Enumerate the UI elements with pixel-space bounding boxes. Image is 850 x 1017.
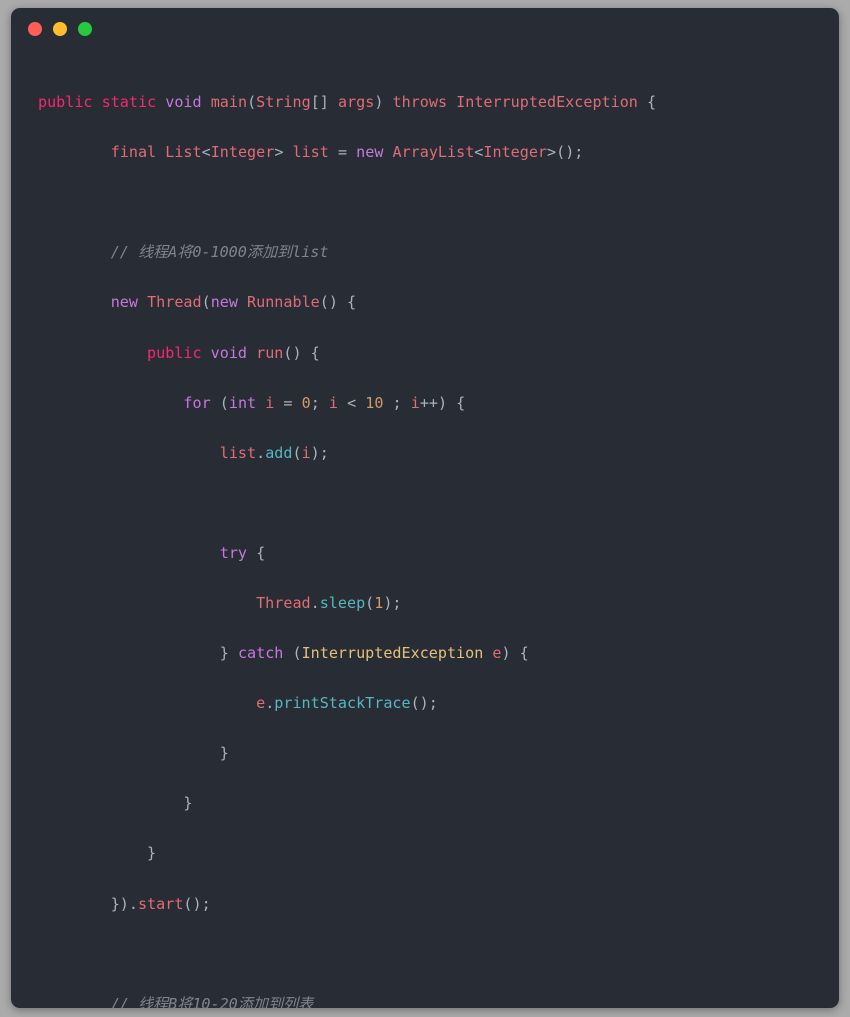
code-line[interactable]: } [38,791,839,816]
code-content[interactable]: public static void main(String[] args) t… [11,50,839,1008]
code-line[interactable]: public void run() { [38,341,839,366]
code-editor-window: public static void main(String[] args) t… [11,8,839,1008]
maximize-window-button[interactable] [78,22,92,36]
code-line-comment[interactable]: // 线程B将10-20添加到列表 [38,992,839,1008]
code-line[interactable]: Thread.sleep(1); [38,591,839,616]
code-line[interactable]: list.add(i); [38,441,839,466]
code-line[interactable]: } catch (InterruptedException e) { [38,641,839,666]
window-titlebar[interactable] [11,8,839,50]
code-line[interactable]: for (int i = 0; i < 10 ; i++) { [38,391,839,416]
minimize-window-button[interactable] [53,22,67,36]
code-line[interactable]: final List<Integer> list = new ArrayList… [38,140,839,165]
code-line[interactable] [38,491,839,516]
code-line[interactable]: public static void main(String[] args) t… [38,90,839,115]
code-line[interactable]: try { [38,541,839,566]
code-line[interactable]: } [38,841,839,866]
code-line[interactable]: }).start(); [38,892,839,917]
code-line[interactable] [38,942,839,967]
code-line[interactable] [38,190,839,215]
code-line[interactable]: } [38,741,839,766]
close-window-button[interactable] [28,22,42,36]
code-line[interactable]: e.printStackTrace(); [38,691,839,716]
code-line[interactable]: new Thread(new Runnable() { [38,290,839,315]
code-line-comment[interactable]: // 线程A将0-1000添加到list [38,240,839,265]
